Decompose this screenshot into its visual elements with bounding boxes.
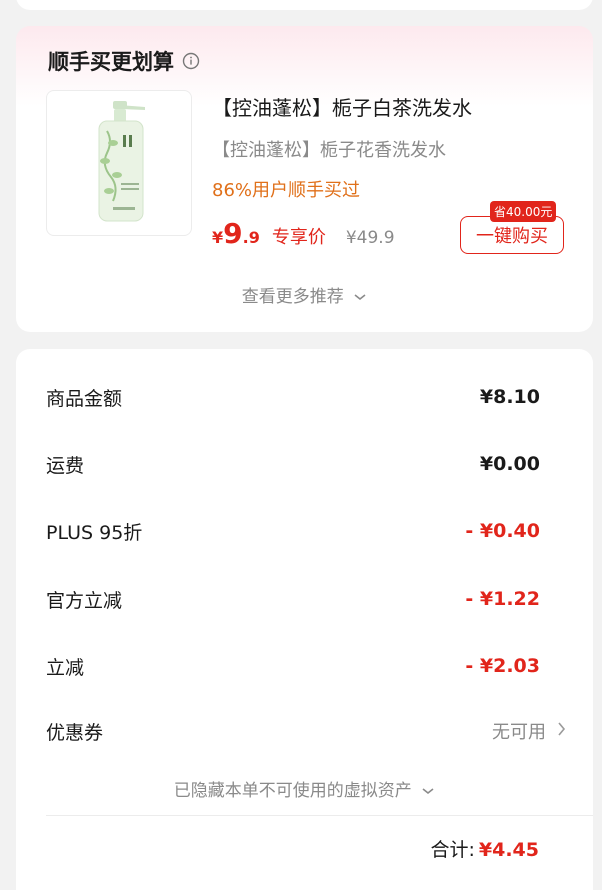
recommendation-header: 顺手买更划算 (48, 46, 200, 76)
total-row: 合计: ¥4.45 (430, 835, 539, 862)
row-label: 官方立减 (46, 589, 123, 612)
savings-badge: 省40.00元 (490, 201, 557, 222)
summary-row-shipping: 运费 ¥0.00 (46, 449, 540, 479)
row-value: - ¥1.22 (465, 588, 540, 610)
row-value: ¥0.00 (479, 453, 540, 475)
hidden-virtual-assets-toggle[interactable]: 已隐藏本单不可使用的虚拟资产 (16, 776, 593, 801)
divider (46, 815, 593, 816)
row-value: - ¥2.03 (465, 655, 540, 677)
purchase-rate-tag: 86%用户顺手买过 (212, 180, 361, 201)
row-label: 运费 (46, 454, 85, 477)
row-label: 商品金额 (46, 387, 123, 410)
hidden-assets-label: 已隐藏本单不可使用的虚拟资产 (173, 781, 412, 801)
product-image[interactable] (46, 90, 192, 236)
view-more-label: 查看更多推荐 (241, 287, 344, 307)
recommendation-title: 顺手买更划算 (48, 50, 174, 74)
product-name[interactable]: 【控油蓬松】栀子白茶洗发水 (212, 92, 472, 121)
row-label: 立减 (46, 656, 85, 679)
product-subtitle: 【控油蓬松】栀子花香洗发水 (212, 140, 446, 161)
summary-row-goods-amount: 商品金额 ¥8.10 (46, 382, 540, 412)
chevron-down-icon (421, 781, 435, 801)
previous-card (16, 0, 593, 10)
row-value: - ¥0.40 (465, 520, 540, 542)
coupon-label: 优惠券 (46, 721, 104, 744)
coupon-value: 无可用 (492, 718, 566, 744)
view-more-recommendations[interactable]: 查看更多推荐 (16, 282, 593, 307)
row-label: PLUS 95折 (46, 521, 143, 544)
chevron-right-icon (556, 721, 566, 742)
price-integer: 9 (223, 217, 243, 250)
summary-row-coupon[interactable]: 优惠券 无可用 (46, 716, 566, 746)
total-label: 合计: (430, 839, 475, 861)
original-price: ¥49.9 (345, 228, 395, 248)
price-row: ¥ 9 .9 专享价 ¥49.9 (212, 220, 395, 249)
recommendation-card: 顺手买更划算 【控油蓬松】栀子白茶洗发水 【控油蓬松】栀子花香洗发水 86%用户… (16, 26, 593, 332)
info-icon[interactable] (182, 52, 200, 70)
summary-row-plus-discount: PLUS 95折 - ¥0.40 (46, 516, 540, 546)
summary-row-official-discount: 官方立减 - ¥1.22 (46, 584, 540, 614)
exclusive-price-label: 专享价 (271, 227, 326, 248)
chevron-down-icon (353, 287, 367, 307)
order-summary-card: 商品金额 ¥8.10 运费 ¥0.00 PLUS 95折 - ¥0.40 官方立… (16, 349, 593, 890)
total-value: ¥4.45 (478, 839, 539, 861)
coupon-value-text: 无可用 (492, 722, 546, 743)
row-value: ¥8.10 (479, 386, 540, 408)
price-decimal: .9 (242, 228, 260, 247)
summary-row-instant-discount: 立减 - ¥2.03 (46, 651, 540, 681)
price-currency: ¥ (212, 228, 224, 247)
